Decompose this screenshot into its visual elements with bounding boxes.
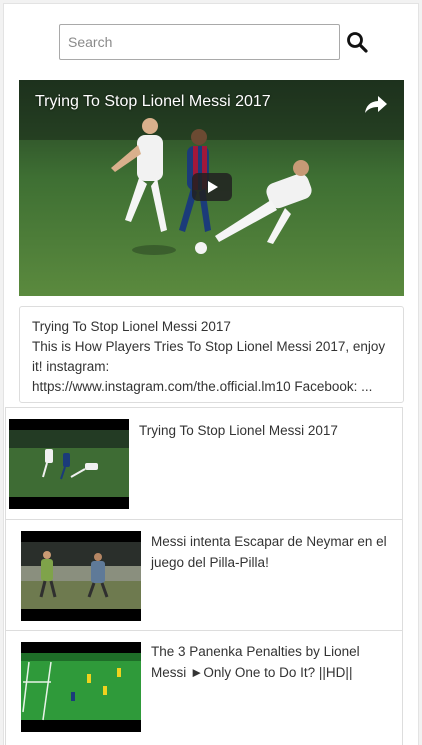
- video-thumbnail[interactable]: [21, 642, 141, 732]
- list-item[interactable]: The 3 Panenka Penalties by Lionel Messi …: [6, 630, 402, 742]
- video-title-link[interactable]: Trying To Stop Lionel Messi 2017: [139, 420, 389, 441]
- video-thumbnail[interactable]: [21, 531, 141, 621]
- app-frame: Trying To Stop Lionel Messi 2017 Trying …: [3, 3, 419, 745]
- video-thumbnail[interactable]: [9, 419, 129, 509]
- play-icon[interactable]: [192, 173, 232, 201]
- video-player[interactable]: Trying To Stop Lionel Messi 2017: [19, 80, 404, 296]
- search-icon[interactable]: [344, 29, 370, 55]
- video-title[interactable]: Trying To Stop Lionel Messi 2017: [35, 93, 271, 111]
- video-description: Trying To Stop Lionel Messi 2017 This is…: [19, 306, 404, 403]
- description-text: This is How Players Tries To Stop Lionel…: [32, 339, 386, 374]
- list-item[interactable]: Messi intenta Escapar de Neymar en el ju…: [6, 519, 402, 631]
- search-input[interactable]: [59, 24, 340, 60]
- related-videos-list: Trying To Stop Lionel Messi 2017 Messi i…: [5, 407, 403, 745]
- video-title-link[interactable]: Messi intenta Escapar de Neymar en el ju…: [151, 531, 391, 573]
- search-bar: [59, 24, 379, 62]
- description-links: https://www.instagram.com/the.official.l…: [32, 379, 373, 394]
- description-title: Trying To Stop Lionel Messi 2017: [32, 319, 231, 334]
- share-icon[interactable]: [364, 94, 388, 119]
- list-item[interactable]: Trying To Stop Lionel Messi 2017: [6, 408, 402, 519]
- video-title-link[interactable]: The 3 Panenka Penalties by Lionel Messi …: [151, 641, 391, 683]
